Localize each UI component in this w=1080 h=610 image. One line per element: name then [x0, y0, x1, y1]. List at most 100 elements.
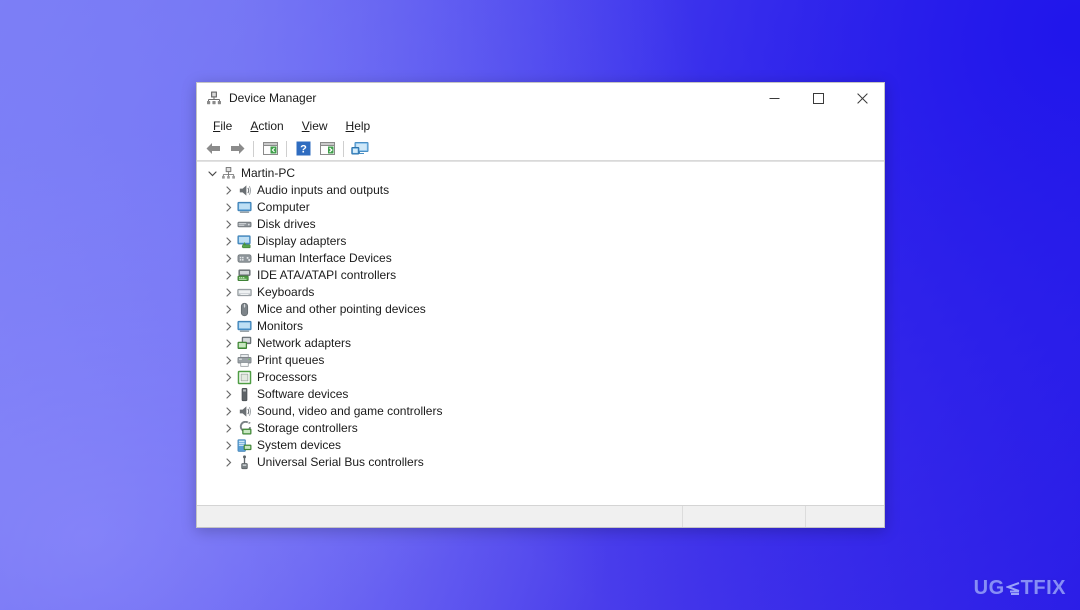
forward-button[interactable] — [225, 138, 249, 160]
statusbar — [197, 505, 884, 527]
display-adapter-icon — [236, 233, 253, 250]
keyboard-icon — [236, 284, 253, 301]
properties-button[interactable] — [315, 138, 339, 160]
tree-row[interactable]: Audio inputs and outputs — [197, 182, 884, 199]
menu-accel-help: H — [345, 118, 355, 133]
chevron-right-icon[interactable] — [220, 437, 236, 454]
tree-item-label: Display adapters — [257, 234, 347, 248]
sound-controller-icon — [236, 403, 253, 420]
chevron-right-icon[interactable] — [220, 318, 236, 335]
close-button[interactable] — [840, 83, 884, 114]
svg-text:?: ? — [300, 144, 307, 156]
chevron-right-icon[interactable] — [220, 216, 236, 233]
back-button[interactable] — [201, 138, 225, 160]
device-manager-window: Device Manager File Action View Help ? M… — [196, 82, 885, 528]
storage-controller-icon — [236, 420, 253, 437]
tree-item-label: Sound, video and game controllers — [257, 404, 443, 418]
tree-row[interactable]: Print queues — [197, 352, 884, 369]
toolbar-separator — [286, 140, 287, 157]
computer-node-icon — [220, 165, 237, 182]
tree-item-label: Keyboards — [257, 285, 315, 299]
tree-item-label: Disk drives — [257, 217, 316, 231]
ugetfix-watermark: UG TFIX — [974, 577, 1066, 600]
menu-rest-view: iew — [309, 118, 328, 133]
window-controls — [752, 83, 884, 114]
ide-controller-icon — [236, 267, 253, 284]
chevron-right-icon[interactable] — [220, 233, 236, 250]
tree-row[interactable]: Sound, video and game controllers — [197, 403, 884, 420]
chevron-right-icon[interactable] — [220, 301, 236, 318]
watermark-text-before: UG — [973, 577, 1005, 599]
chevron-right-icon[interactable] — [220, 199, 236, 216]
mouse-icon — [236, 301, 253, 318]
system-device-icon — [236, 437, 253, 454]
tree-row[interactable]: Display adapters — [197, 233, 884, 250]
maximize-button[interactable] — [796, 83, 840, 114]
device-manager-icon — [206, 90, 222, 106]
tree-row[interactable]: Human Interface Devices — [197, 250, 884, 267]
watermark-text-after: TFIX — [1020, 577, 1066, 599]
chevron-right-icon[interactable] — [220, 369, 236, 386]
minimize-button[interactable] — [752, 83, 796, 114]
menu-item-view[interactable]: View — [293, 117, 337, 135]
tree-row[interactable]: Network adapters — [197, 335, 884, 352]
tree-item-label: System devices — [257, 438, 342, 452]
status-pane-tertiary — [806, 506, 884, 527]
help-button[interactable]: ? — [291, 138, 315, 160]
monitor-icon — [236, 199, 253, 216]
chevron-right-icon[interactable] — [220, 284, 236, 301]
watermark-stylized-e-icon — [1005, 581, 1020, 596]
chevron-right-icon[interactable] — [220, 454, 236, 471]
tree-row[interactable]: Computer — [197, 199, 884, 216]
status-pane-secondary — [683, 506, 806, 527]
device-tree[interactable]: Martin-PC Audio inputs and outputs Compu… — [197, 161, 884, 505]
tree-row[interactable]: System devices — [197, 437, 884, 454]
chevron-right-icon[interactable] — [220, 182, 236, 199]
tree-row[interactable]: Software devices — [197, 386, 884, 403]
window-titlebar[interactable]: Device Manager — [197, 83, 884, 114]
monitor-icon — [236, 318, 253, 335]
tree-item-label: Universal Serial Bus controllers — [257, 455, 424, 469]
software-device-icon — [236, 386, 253, 403]
tree-row[interactable]: Keyboards — [197, 284, 884, 301]
tree-item-label: Human Interface Devices — [257, 251, 392, 265]
chevron-right-icon[interactable] — [220, 352, 236, 369]
printer-icon — [236, 352, 253, 369]
menubar: File Action View Help — [197, 114, 884, 137]
tree-item-label: Print queues — [257, 353, 325, 367]
hid-icon — [236, 250, 253, 267]
tree-item-label: Processors — [257, 370, 318, 384]
chevron-right-icon[interactable] — [220, 267, 236, 284]
tree-row[interactable]: Mice and other pointing devices — [197, 301, 884, 318]
tree-item-label: Software devices — [257, 387, 349, 401]
toolbar-separator — [343, 140, 344, 157]
tree-row[interactable]: Martin-PC — [197, 165, 884, 182]
network-adapter-icon — [236, 335, 253, 352]
chevron-right-icon[interactable] — [220, 420, 236, 437]
speaker-icon — [236, 182, 253, 199]
tree-row[interactable]: Storage controllers — [197, 420, 884, 437]
tree-row[interactable]: Monitors — [197, 318, 884, 335]
tree-item-label: Mice and other pointing devices — [257, 302, 426, 316]
chevron-down-icon[interactable] — [204, 165, 220, 182]
menu-accel-view: V — [301, 118, 310, 133]
menu-item-help[interactable]: Help — [337, 117, 380, 135]
menu-item-action[interactable]: Action — [241, 117, 292, 135]
chevron-right-icon[interactable] — [220, 403, 236, 420]
tree-row[interactable]: Universal Serial Bus controllers — [197, 454, 884, 471]
tree-row[interactable]: IDE ATA/ATAPI controllers — [197, 267, 884, 284]
window-title: Device Manager — [229, 91, 317, 105]
chevron-right-icon[interactable] — [220, 386, 236, 403]
tree-item-label: IDE ATA/ATAPI controllers — [257, 268, 397, 282]
show-hide-console-tree-button[interactable] — [258, 138, 282, 160]
scan-hardware-changes-button[interactable] — [348, 138, 372, 160]
tree-item-label: Audio inputs and outputs — [257, 183, 390, 197]
chevron-right-icon[interactable] — [220, 250, 236, 267]
menu-item-file[interactable]: File — [204, 117, 241, 135]
toolbar-separator — [253, 140, 254, 157]
disk-drive-icon — [236, 216, 253, 233]
tree-row[interactable]: Processors — [197, 369, 884, 386]
tree-row[interactable]: Disk drives — [197, 216, 884, 233]
chevron-right-icon[interactable] — [220, 335, 236, 352]
status-pane-message — [197, 506, 683, 527]
